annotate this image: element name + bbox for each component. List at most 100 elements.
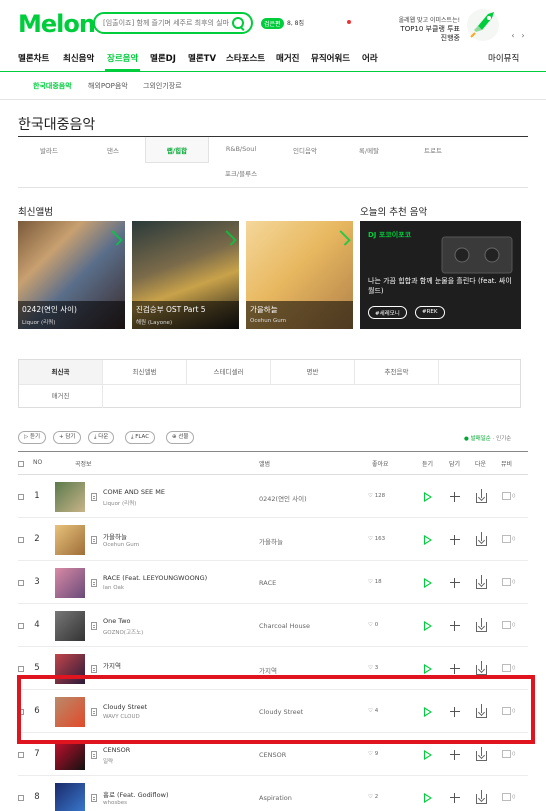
download-icon[interactable] bbox=[476, 660, 487, 675]
song-artist[interactable]: Ocehun Gum bbox=[103, 542, 139, 548]
mv-icon[interactable]: 0 bbox=[502, 750, 516, 758]
download-icon[interactable] bbox=[476, 531, 487, 546]
play-icon[interactable] bbox=[424, 620, 432, 631]
song-title[interactable]: 흉로 (Feat. Godiflow) bbox=[103, 789, 168, 799]
song-album[interactable]: 가지역 bbox=[259, 665, 277, 675]
album-card-1[interactable]: 0242(연인 사이) Liquor (리쿼) bbox=[18, 221, 125, 329]
album-thumbnail[interactable] bbox=[55, 481, 85, 512]
add-icon[interactable] bbox=[450, 620, 460, 631]
header-text[interactable]: 8, 8집 bbox=[287, 18, 304, 27]
nav-chart[interactable]: 멜론차트 bbox=[18, 52, 49, 64]
download-icon[interactable] bbox=[476, 574, 487, 589]
mv-icon[interactable]: 0 bbox=[502, 621, 516, 629]
nav-new[interactable]: 최신음악 bbox=[63, 52, 94, 64]
row-checkbox[interactable] bbox=[18, 665, 24, 672]
nav-magazine[interactable]: 매거진 bbox=[276, 52, 299, 64]
nav-tv[interactable]: 멜론TV bbox=[188, 52, 216, 64]
song-info-icon[interactable] bbox=[91, 664, 97, 673]
flac-button[interactable]: ⤓ FLAC bbox=[125, 431, 156, 444]
sort-popular[interactable]: 인기순 bbox=[496, 436, 511, 442]
promo-banner[interactable]: 올레웹 맞고 이미스트는! TOP10 부클랭 투표 진행중 bbox=[392, 16, 460, 43]
row-checkbox[interactable] bbox=[18, 579, 24, 586]
search-icon[interactable] bbox=[231, 16, 245, 30]
recommend-tag[interactable]: #세레모니 bbox=[368, 306, 407, 319]
mv-icon[interactable]: 0 bbox=[502, 535, 516, 543]
listen-button[interactable]: ▷ 듣기 bbox=[18, 431, 47, 444]
subnav-other[interactable]: 그외인기장르 bbox=[143, 81, 182, 91]
mv-icon[interactable]: 0 bbox=[502, 793, 516, 801]
recommend-card[interactable]: DJ 포코이포코 나는 가끔 힙합과 함께 눈물을 흘린다 (feat. 싸이월… bbox=[360, 221, 521, 329]
album-thumbnail[interactable] bbox=[55, 567, 85, 598]
row-checkbox[interactable] bbox=[18, 794, 24, 801]
like-button[interactable]: ♡ 0 bbox=[368, 622, 378, 628]
chart-tab-classic[interactable]: 명반 bbox=[271, 360, 355, 384]
song-album[interactable]: RACE bbox=[259, 579, 276, 587]
play-icon[interactable] bbox=[424, 577, 432, 588]
mv-icon[interactable]: 0 bbox=[502, 664, 516, 672]
like-button[interactable]: ♡ 128 bbox=[368, 493, 385, 499]
genre-tab-folk[interactable]: 포크/블루스 bbox=[209, 168, 273, 178]
add-icon[interactable] bbox=[450, 491, 460, 502]
select-all-checkbox[interactable] bbox=[18, 461, 24, 467]
chart-tab-albums[interactable]: 최신앨범 bbox=[103, 360, 187, 384]
song-info-icon[interactable] bbox=[91, 492, 97, 501]
song-artist[interactable]: GOZNO(고즈노) bbox=[103, 628, 143, 636]
song-title[interactable]: One Two bbox=[103, 617, 131, 625]
row-checkbox[interactable] bbox=[18, 751, 24, 758]
play-icon[interactable] bbox=[424, 792, 432, 803]
nav-genre[interactable]: 장르음악 bbox=[107, 52, 138, 64]
subnav-pop[interactable]: 해외POP음악 bbox=[88, 81, 128, 91]
row-checkbox[interactable] bbox=[18, 622, 24, 629]
row-checkbox[interactable] bbox=[18, 493, 24, 500]
mv-icon[interactable]: 0 bbox=[502, 578, 516, 586]
album-card-3[interactable]: 가을하늘 Ocehun Gum bbox=[246, 221, 353, 329]
genre-tab-dance[interactable]: 댄스 bbox=[81, 145, 145, 155]
nav-starpost[interactable]: 스타포스트 bbox=[226, 52, 265, 64]
prev-arrow-icon[interactable]: ‹ bbox=[508, 31, 518, 40]
chevron-right-icon[interactable] bbox=[221, 230, 237, 246]
download-icon[interactable] bbox=[476, 746, 487, 761]
genre-tab-trot[interactable]: 트로트 bbox=[401, 145, 465, 155]
add-icon[interactable] bbox=[450, 577, 460, 588]
song-info-icon[interactable] bbox=[91, 535, 97, 544]
nav-mymusic[interactable]: 마이뮤직 bbox=[488, 52, 519, 64]
download-icon[interactable] bbox=[476, 789, 487, 804]
song-title[interactable]: RACE (Feat. LEEYOUNGWOONG) bbox=[103, 574, 207, 582]
like-button[interactable]: ♡ 163 bbox=[368, 536, 385, 542]
song-album[interactable]: 0242(연인 사이) bbox=[259, 493, 307, 503]
album-card-2[interactable]: 진검승부 OST Part 5 해원 (Layone) bbox=[132, 221, 239, 329]
genre-tab-hiphop[interactable]: 랩/힙합 bbox=[145, 145, 209, 155]
genre-tab-indie[interactable]: 인디음악 bbox=[273, 145, 337, 155]
song-album[interactable]: 가을하늘 bbox=[259, 536, 283, 546]
like-button[interactable]: ♡ 18 bbox=[368, 579, 382, 585]
play-icon[interactable] bbox=[424, 491, 432, 502]
song-title[interactable]: COME AND SEE ME bbox=[103, 488, 165, 496]
album-thumbnail[interactable] bbox=[55, 782, 85, 811]
row-checkbox[interactable] bbox=[18, 536, 24, 543]
song-info-icon[interactable] bbox=[91, 793, 97, 802]
next-arrow-icon[interactable]: › bbox=[518, 31, 528, 40]
play-icon[interactable] bbox=[424, 749, 432, 760]
play-icon[interactable] bbox=[424, 663, 432, 674]
song-artist[interactable]: Liquor (리쿼) bbox=[103, 499, 136, 507]
chart-tab-magazine[interactable]: 매거진 bbox=[19, 384, 103, 408]
song-artist[interactable]: Ian Oak bbox=[103, 585, 124, 591]
genre-tab-rock[interactable]: 록/메탈 bbox=[337, 145, 401, 155]
download-icon[interactable] bbox=[476, 488, 487, 503]
mv-icon[interactable]: 0 bbox=[502, 492, 516, 500]
album-thumbnail[interactable] bbox=[55, 739, 85, 770]
melon-logo[interactable]: Melon bbox=[18, 10, 96, 38]
song-album[interactable]: CENSOR bbox=[259, 751, 286, 759]
song-title[interactable]: CENSOR bbox=[103, 746, 130, 754]
chart-tab-latest[interactable]: 최신곡 bbox=[19, 360, 103, 384]
chevron-right-icon[interactable] bbox=[335, 230, 351, 246]
song-album[interactable]: Aspiration bbox=[259, 794, 292, 802]
chart-tab-recommend[interactable]: 추천음악 bbox=[355, 360, 439, 384]
add-icon[interactable] bbox=[450, 749, 460, 760]
header-badge[interactable]: 검은편 bbox=[261, 18, 284, 29]
add-icon[interactable] bbox=[450, 534, 460, 545]
genre-tab-rnb[interactable]: R&B/Soul bbox=[209, 145, 273, 153]
song-title[interactable]: 가지역 bbox=[103, 660, 121, 670]
song-artist[interactable]: whosbes bbox=[103, 800, 127, 806]
nav-dj[interactable]: 멜론DJ bbox=[150, 52, 176, 64]
